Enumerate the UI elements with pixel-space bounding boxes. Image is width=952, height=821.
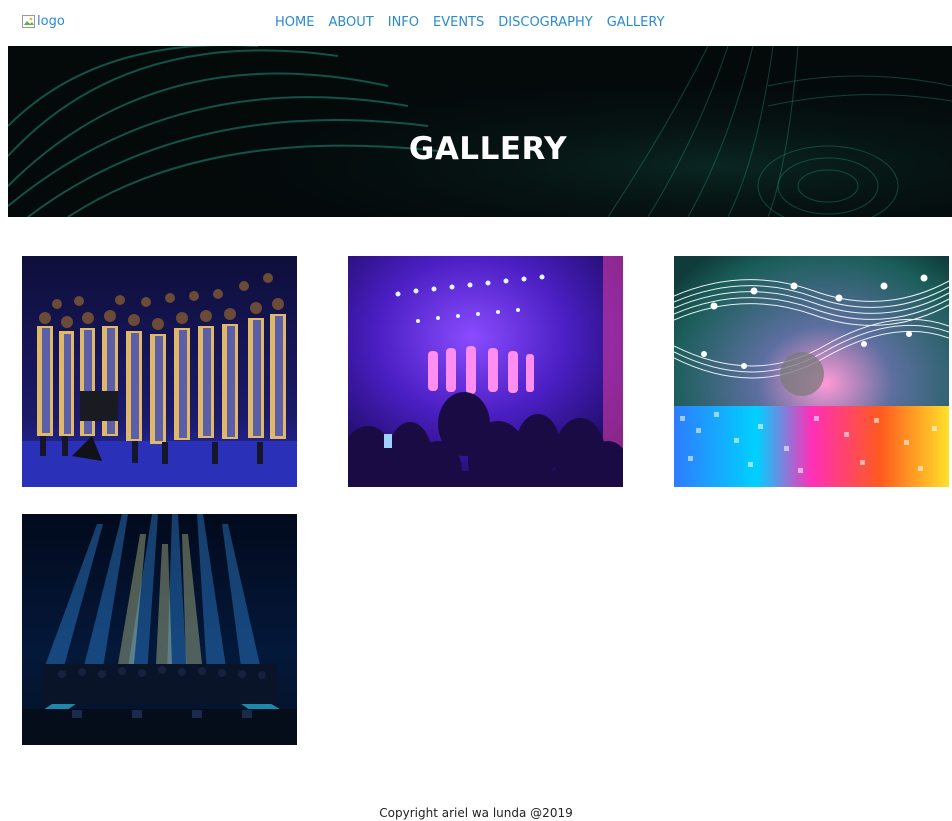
nav-discography[interactable]: DISCOGRAPHY [498,15,592,31]
nav-home[interactable]: HOME [275,15,314,31]
footer-copyright: Copyright ariel wa lunda @2019 [379,806,573,820]
nav-events[interactable]: EVENTS [433,15,484,31]
nav-about[interactable]: ABOUT [328,15,373,31]
nav-info[interactable]: INFO [388,15,419,31]
orchestra-stage-lights-photo [22,514,297,745]
choir-photo [22,256,297,487]
page-title: GALLERY [408,131,568,167]
logo-alt-text: logo [37,14,65,29]
logo[interactable]: logo [22,14,65,30]
music-notes-equalizer-image [674,256,949,487]
nav-gallery[interactable]: GALLERY [607,15,665,31]
concert-crowd-photo [348,256,623,487]
broken-image-icon [22,15,36,29]
gallery-image-orchestra[interactable] [22,514,297,745]
hero-banner: GALLERY [8,46,952,217]
main-nav: HOME ABOUT INFO EVENTS DISCOGRAPHY GALLE… [275,15,665,31]
gallery-image-choir[interactable] [22,256,297,487]
gallery-image-concert[interactable] [348,256,623,487]
gallery-image-music-notes[interactable] [674,256,949,487]
